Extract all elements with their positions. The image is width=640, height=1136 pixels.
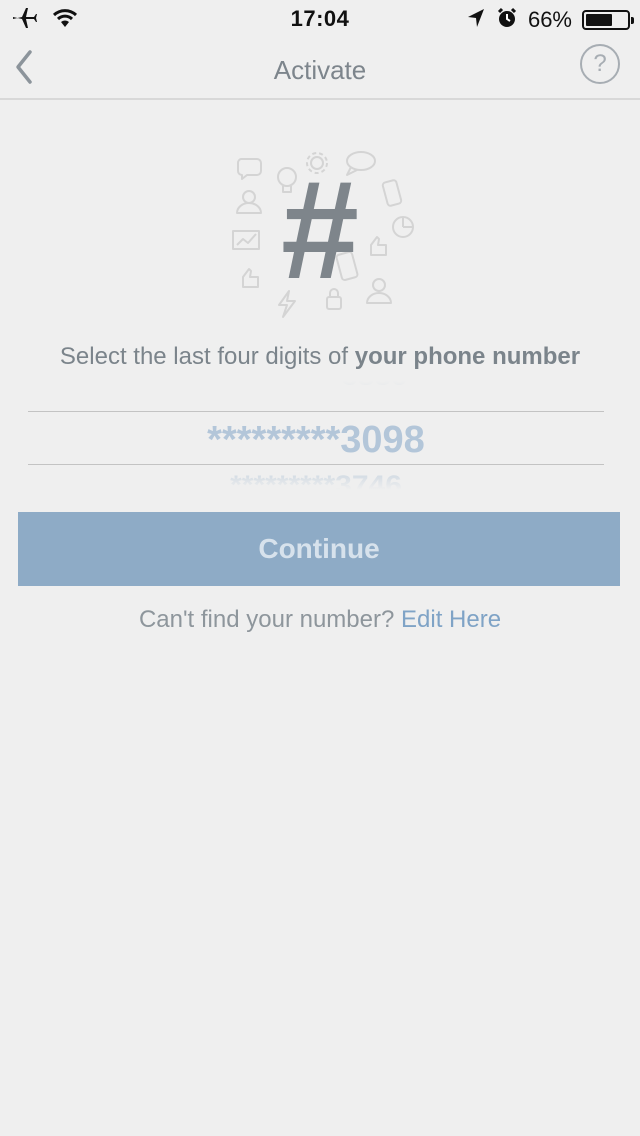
status-bar: 17:04 66% <box>0 0 640 40</box>
hashtag-illustration: # <box>225 145 415 320</box>
battery-fill <box>586 14 612 26</box>
picker-option-next[interactable]: *********3746 <box>28 469 604 492</box>
battery-percent: 66% <box>527 7 572 32</box>
battery-icon <box>582 10 634 30</box>
picker-option-previous[interactable]: **********6850 <box>28 378 604 394</box>
hashtag-symbol: # <box>281 151 359 308</box>
edit-here-link[interactable]: Edit Here <box>401 606 501 633</box>
continue-button[interactable]: Continue <box>18 512 620 586</box>
alarm-icon <box>496 7 518 34</box>
page-title: Activate <box>273 55 367 85</box>
battery-nub <box>631 17 634 24</box>
cant-find-number-row: Can't find your number? Edit Here <box>0 606 640 634</box>
location-arrow-icon <box>466 7 486 34</box>
help-button[interactable]: ? <box>580 44 620 84</box>
phone-number-picker[interactable]: **********6850 *********3098 *********37… <box>28 378 604 492</box>
nav-bar: Activate ? <box>0 40 640 100</box>
status-right-icons: 66% <box>466 6 634 34</box>
select-digits-prompt: Select the last four digits of your phon… <box>0 343 640 371</box>
cant-find-text: Can't find your number? <box>138 606 401 633</box>
prompt-text: Select the last four digits of <box>59 343 355 370</box>
prompt-bold-text: your phone number <box>354 343 581 370</box>
picker-option-selected[interactable]: *********3098 <box>28 416 604 464</box>
picker-top-divider <box>28 411 604 412</box>
activate-screen: 17:04 66% Activate ? # Select the last f… <box>0 0 640 1136</box>
picker-bottom-divider <box>28 464 604 465</box>
